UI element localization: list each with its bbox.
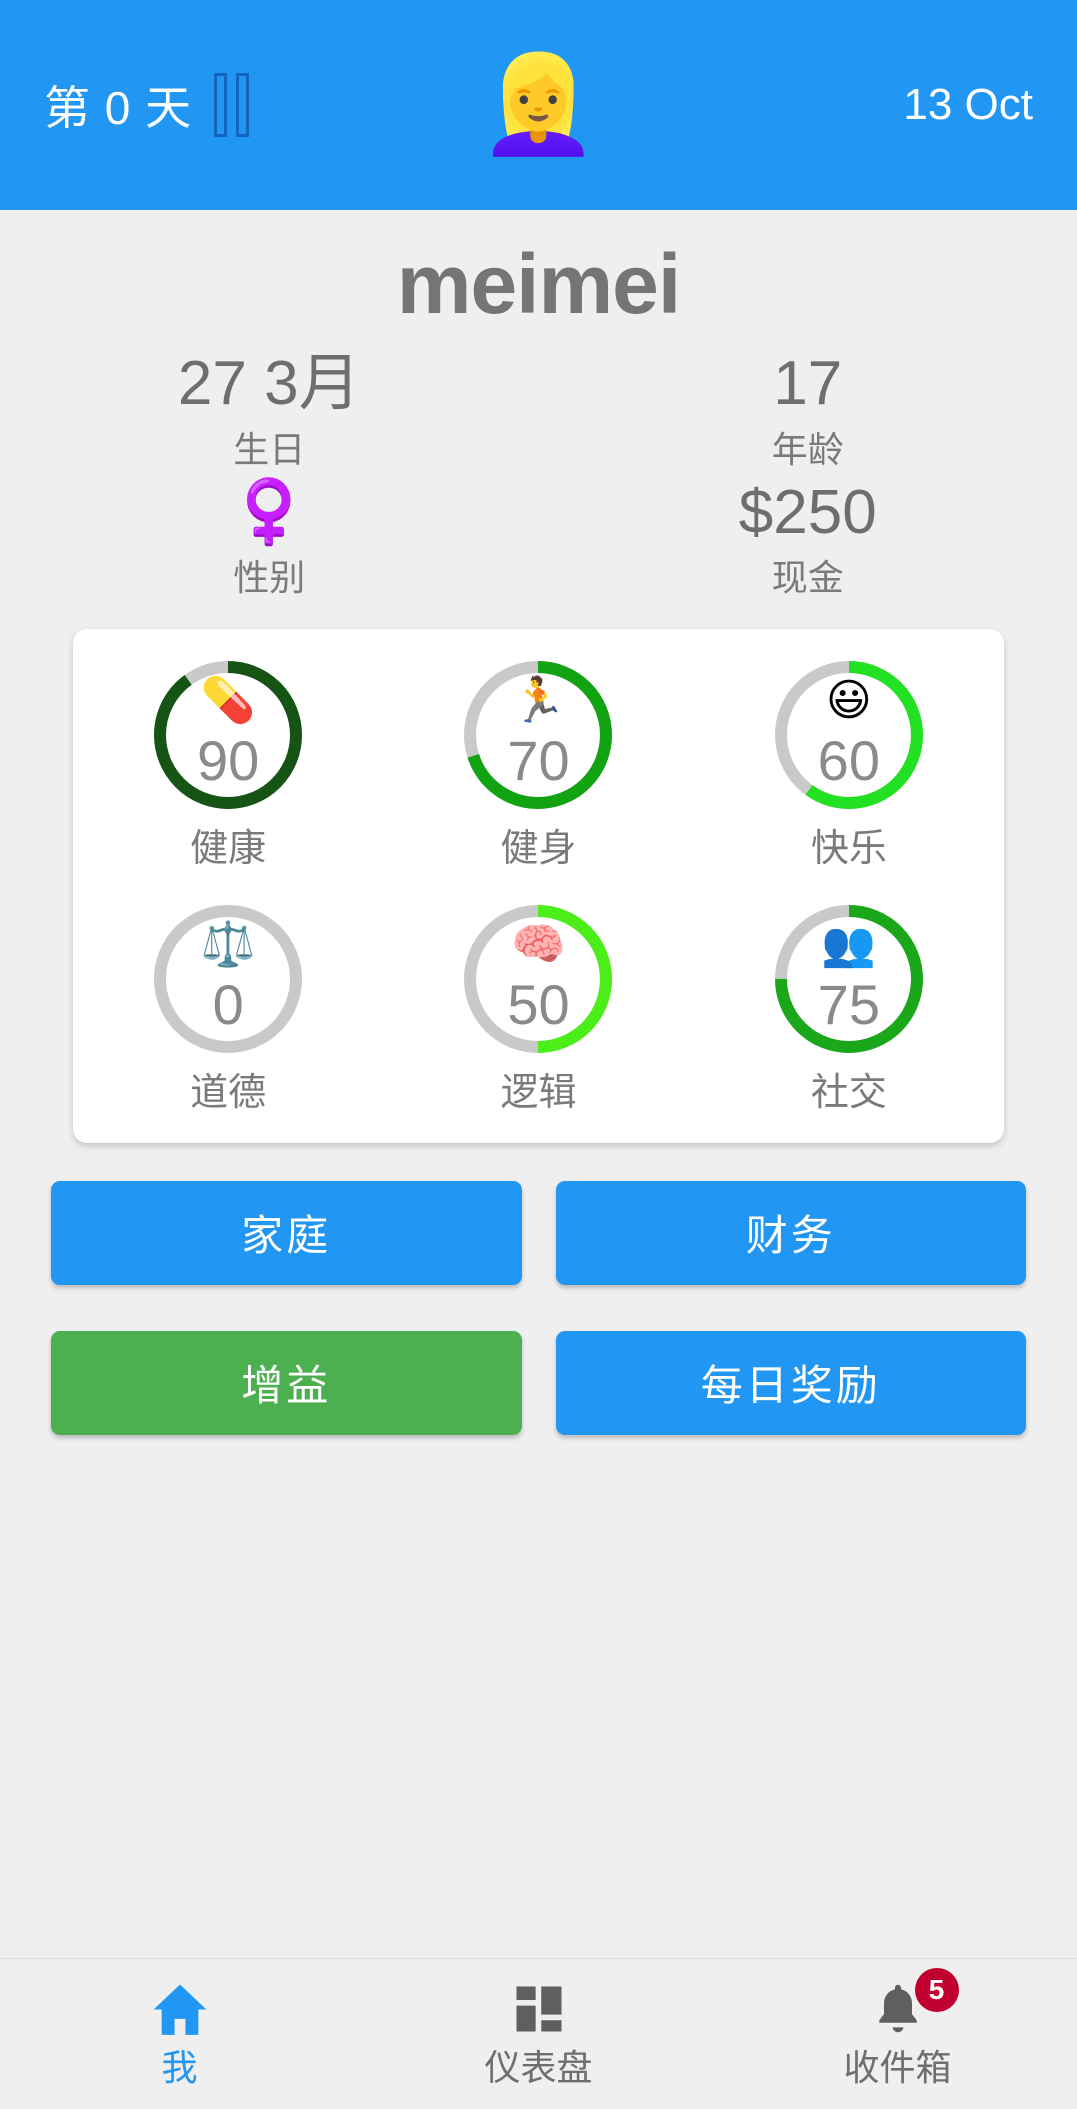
attribute-icon-logic: 🧠 — [511, 919, 566, 969]
inbox-badge: 5 — [914, 1968, 959, 2013]
attribute-icon-morality: ⚖️ — [200, 919, 256, 969]
header-left-group: 第 0 天 — [44, 72, 250, 138]
attribute-value-logic: 50 — [507, 972, 570, 1036]
dashboard-icon — [508, 1978, 570, 2040]
family-button[interactable]: 家庭 — [51, 1180, 522, 1285]
attribute-icon-happy: 😃 — [825, 676, 872, 726]
nav-label-dashboard: 仪表盘 — [484, 2047, 593, 2089]
gender-label: 性别 — [233, 557, 306, 599]
day-counter-label: 第 0 天 — [44, 82, 193, 134]
attribute-value-social: 75 — [817, 972, 880, 1036]
attribute-value-health: 90 — [197, 729, 260, 793]
attribute-logic[interactable]: 🧠 50 逻辑 — [383, 899, 693, 1117]
pause-icon[interactable] — [214, 73, 250, 137]
app-header: 第 0 天 👱‍♀️ 13 Oct — [0, 0, 1077, 210]
attributes-row-1: 💊 90 健康 🏃 70 健身 😃 60 快乐 — [73, 655, 1004, 873]
info-cell-birthday[interactable]: 27 3月 生日 — [0, 348, 539, 470]
attribute-icon-social: 👥 — [821, 919, 877, 969]
home-icon — [149, 1978, 211, 2040]
birthday-label: 生日 — [233, 428, 306, 470]
nav-label-inbox: 收件箱 — [843, 2047, 952, 2089]
info-cell-gender[interactable]: ♀️ 性别 — [0, 477, 539, 599]
attribute-label-social: 社交 — [810, 1071, 887, 1114]
app-root: 第 0 天 👱‍♀️ 13 Oct meimei 27 3月 生日 17 年龄 … — [0, 0, 1077, 2109]
info-cell-cash[interactable]: $250 现金 — [539, 477, 1077, 599]
bell-icon: 5 — [867, 1968, 959, 2040]
attribute-happy[interactable]: 😃 60 快乐 — [694, 655, 1004, 873]
age-value: 17 — [773, 349, 843, 419]
main-content: meimei 27 3月 生日 17 年龄 ♀️ 性别 $250 现金 💊 90 健… — [0, 210, 1077, 1958]
profile-info-grid: 27 3月 生日 17 年龄 ♀️ 性别 $250 现金 — [0, 348, 1077, 599]
attribute-label-fitness: 健身 — [500, 828, 577, 871]
finance-button[interactable]: 财务 — [555, 1180, 1026, 1285]
attribute-label-health: 健康 — [190, 828, 267, 871]
action-row-1: 家庭 财务 — [51, 1180, 1026, 1285]
age-label: 年龄 — [771, 428, 844, 470]
action-row-2: 增益 每日奖励 — [51, 1330, 1026, 1435]
attribute-social[interactable]: 👥 75 社交 — [694, 899, 1004, 1117]
attribute-icon-health: 💊 — [200, 676, 256, 726]
info-cell-age[interactable]: 17 年龄 — [539, 348, 1077, 470]
attribute-icon-fitness: 🏃 — [511, 676, 566, 726]
attribute-label-logic: 逻辑 — [500, 1071, 577, 1114]
attribute-fitness[interactable]: 🏃 70 健身 — [383, 655, 693, 873]
attribute-label-morality: 道德 — [190, 1071, 267, 1114]
attribute-health[interactable]: 💊 90 健康 — [73, 655, 383, 873]
cash-label: 现金 — [771, 557, 844, 599]
cash-value: $250 — [738, 477, 877, 547]
buff-button[interactable]: 增益 — [51, 1330, 522, 1435]
avatar[interactable]: 👱‍♀️ — [479, 57, 599, 153]
gauge-morality: ⚖️ 0 — [148, 899, 308, 1059]
daily-reward-button[interactable]: 每日奖励 — [555, 1330, 1026, 1435]
bottom-navigation: 我 仪表盘 5 收件箱 — [0, 1958, 1077, 2109]
nav-label-me: 我 — [161, 2047, 198, 2089]
attribute-value-morality: 0 — [212, 972, 244, 1036]
nav-item-me[interactable]: 我 — [0, 1959, 359, 2109]
birthday-value: 27 3月 — [177, 349, 361, 419]
gauge-happy: 😃 60 — [769, 655, 929, 815]
gauge-logic: 🧠 50 — [458, 899, 618, 1059]
nav-item-inbox[interactable]: 5 收件箱 — [718, 1959, 1077, 2109]
attributes-row-2: ⚖️ 0 道德 🧠 50 逻辑 👥 75 社交 — [73, 899, 1004, 1117]
attribute-value-fitness: 70 — [507, 729, 570, 793]
attribute-label-happy: 快乐 — [810, 828, 887, 871]
page-title: meimei — [396, 237, 682, 331]
attribute-value-happy: 60 — [817, 729, 880, 793]
gauge-social: 👥 75 — [769, 899, 929, 1059]
gauge-fitness: 🏃 70 — [458, 655, 618, 815]
date-label: 13 Oct — [903, 80, 1033, 129]
nav-item-dashboard[interactable]: 仪表盘 — [359, 1959, 718, 2109]
attributes-card: 💊 90 健康 🏃 70 健身 😃 60 快乐 ⚖️ 0 道德 🧠 50 逻辑 👥 75 社交 — [73, 629, 1004, 1143]
gauge-health: 💊 90 — [148, 655, 308, 815]
female-sign-icon: ♀️ — [230, 477, 308, 547]
attribute-morality[interactable]: ⚖️ 0 道德 — [73, 899, 383, 1117]
